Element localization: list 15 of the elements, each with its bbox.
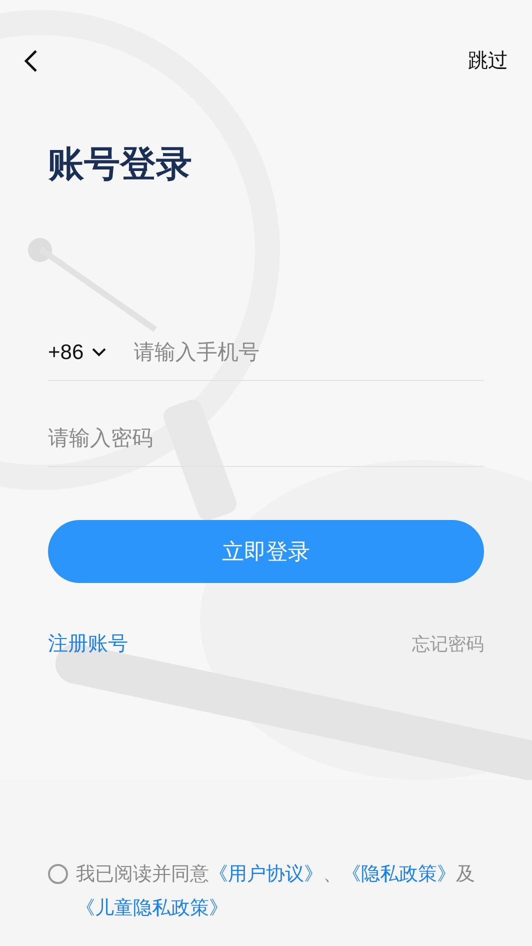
login-button[interactable]: 立即登录 — [48, 520, 484, 583]
country-code-select[interactable]: +86 — [48, 336, 106, 368]
agreement-text: 我已阅读并同意《用户协议》、《隐私政策》及 《儿童隐私政策》 — [76, 863, 476, 921]
agreement-link[interactable]: 《用户协议》 — [209, 864, 323, 885]
agreement-radio[interactable] — [48, 864, 68, 884]
agreement-link[interactable]: 《隐私政策》 — [342, 864, 456, 885]
password-input-field[interactable]: 请输入密码 — [48, 422, 484, 454]
register-link[interactable]: 注册账号 — [48, 629, 128, 659]
forgot-password-link[interactable]: 忘记密码 — [412, 630, 484, 658]
agreement-link[interactable]: 《儿童隐私政策》 — [76, 898, 228, 919]
page-title: 账号登录 — [48, 146, 193, 182]
skip-link[interactable]: 跳过 — [468, 46, 508, 76]
phone-input-field[interactable]: 请输入手机号 — [134, 336, 484, 368]
back-icon[interactable] — [24, 49, 38, 73]
chevron-down-icon — [92, 348, 106, 357]
